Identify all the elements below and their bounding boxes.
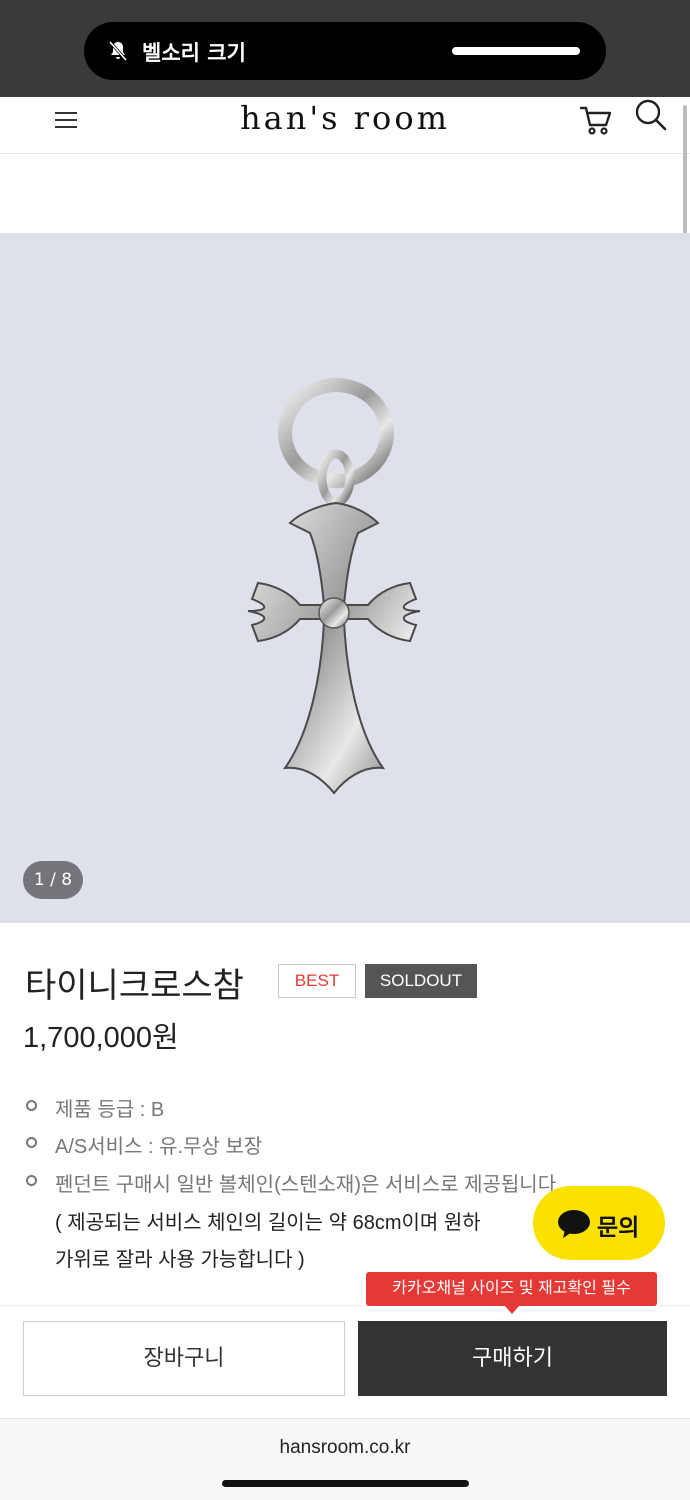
spec-as-service: A/S서비스 : 유.무상 보장 bbox=[55, 1136, 263, 1158]
kakao-inquiry-button[interactable]: 문의 bbox=[533, 1186, 665, 1260]
bullet-icon bbox=[26, 1100, 37, 1111]
soldout-badge: SOLDOUT bbox=[365, 964, 477, 998]
search-icon[interactable] bbox=[633, 97, 669, 133]
buy-now-button[interactable]: 구매하기 bbox=[358, 1321, 667, 1396]
home-indicator[interactable] bbox=[222, 1480, 469, 1487]
product-price: 1,700,000원 bbox=[23, 1022, 179, 1054]
tooltip-tail bbox=[504, 1305, 520, 1314]
bell-muted-icon bbox=[108, 41, 128, 61]
cross-charm-image bbox=[247, 378, 421, 795]
product-title: 타이니크로스참 bbox=[25, 966, 244, 1006]
notification-label: 벨소리 크기 bbox=[142, 41, 246, 65]
spec-chain-service: 펜던트 구매시 일반 볼체인(스텐소재)은 서비스로 제공됩니다 bbox=[55, 1174, 557, 1196]
kakao-notice-tooltip: 카카오채널 사이즈 및 재고확인 필수 bbox=[366, 1272, 657, 1306]
product-image-carousel[interactable]: 1 / 8 bbox=[0, 233, 690, 923]
notification-pill: 벨소리 크기 bbox=[84, 22, 606, 80]
bullet-icon bbox=[26, 1175, 37, 1186]
image-counter: 1 / 8 bbox=[23, 861, 83, 899]
chain-note-line: ( 제공되는 서비스 체인의 길이는 약 68cm이며 원하 bbox=[55, 1212, 481, 1234]
browser-url-bar: hansroom.co.kr bbox=[0, 1418, 690, 1500]
url-text[interactable]: hansroom.co.kr bbox=[0, 1437, 690, 1459]
bullet-icon bbox=[26, 1137, 37, 1148]
spec-grade: 제품 등급 : B bbox=[55, 1099, 165, 1121]
chat-bubble-icon bbox=[558, 1210, 590, 1238]
inquiry-label: 문의 bbox=[597, 1215, 640, 1241]
status-bar: 벨소리 크기 bbox=[0, 0, 690, 97]
chain-note-line: 가위로 잘라 사용 가능합니다 ) bbox=[55, 1249, 305, 1271]
best-badge: BEST bbox=[278, 964, 356, 998]
add-to-cart-button[interactable]: 장바구니 bbox=[23, 1321, 345, 1396]
volume-bar bbox=[452, 47, 580, 55]
cart-icon[interactable] bbox=[578, 101, 614, 137]
site-header: han's room bbox=[0, 97, 690, 154]
